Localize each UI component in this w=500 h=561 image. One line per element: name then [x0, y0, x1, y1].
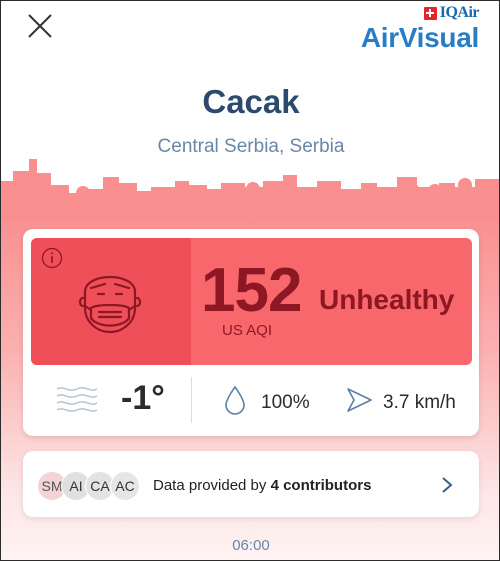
wind-speed-value: 3.7 km/h: [383, 392, 456, 413]
timestamp: 06:00: [232, 537, 270, 554]
chevron-right-icon[interactable]: [441, 476, 453, 494]
droplet-icon: [225, 385, 245, 415]
avatar: AC: [110, 471, 140, 501]
region-name: Central Serbia, Serbia: [157, 136, 345, 157]
humidity-value: 100%: [261, 392, 310, 413]
contributors-row[interactable]: SM AI CA AC Data provided by 4 contribut…: [23, 451, 479, 517]
weather-row: -1° 100% 3.7 km/h: [23, 369, 479, 431]
screen: IQAir AirVisual Cacak Central Serbia, Se…: [0, 0, 500, 561]
aqi-panel[interactable]: 152 US AQI Unhealthy: [31, 238, 472, 365]
city-skyline-illustration: [1, 159, 499, 219]
swiss-flag-icon: [423, 6, 437, 20]
iqair-logo-text: IQAir: [439, 4, 480, 21]
aqi-unit: US AQI: [222, 322, 273, 339]
weather-divider: [191, 377, 192, 423]
aqi-readout: 152 US AQI Unhealthy: [191, 238, 472, 365]
info-icon[interactable]: [41, 247, 63, 269]
aqi-face-panel: [31, 238, 191, 365]
wind-icon: [56, 387, 98, 412]
airvisual-logo-text: AirVisual: [360, 22, 479, 53]
city-name: Cacak: [202, 83, 300, 120]
close-icon[interactable]: [27, 13, 53, 39]
wind-direction-icon: [347, 388, 372, 412]
contributors-text-prefix: Data provided by: [153, 477, 271, 494]
air-quality-card: 152 US AQI Unhealthy -1° 100% 3.7 km/h: [23, 229, 479, 436]
aqi-status: Unhealthy: [319, 284, 455, 315]
brand-logo: IQAir AirVisual: [360, 4, 480, 53]
aqi-value: 152: [201, 256, 302, 325]
contributors-text: Data provided by 4 contributors: [153, 477, 371, 494]
mask-face-icon: [78, 275, 142, 334]
temperature-value: -1°: [121, 379, 165, 417]
contributors-count: 4 contributors: [270, 477, 372, 494]
